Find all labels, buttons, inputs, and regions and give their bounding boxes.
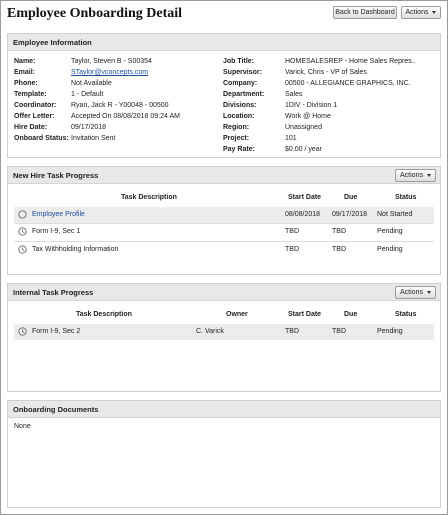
column-header-status: Status (395, 194, 417, 201)
coordinator-value: Ryan, Jack R - Y00048 - 00500 (71, 102, 169, 109)
internal-task-panel: Internal Task Progress Actions Task Desc… (7, 283, 441, 392)
page-actions-label: Actions (405, 9, 429, 16)
back-to-dashboard-button[interactable]: Back to Dashboard (333, 6, 397, 19)
coordinator-label: Coordinator: (14, 102, 57, 109)
task-start-date: TBD (285, 246, 299, 253)
project-label: Project: (223, 135, 250, 142)
column-header-due: Due (344, 311, 358, 318)
supervisor-label: Supervisor: (223, 69, 262, 76)
pay-rate-label: Pay Rate: (223, 146, 255, 153)
email-label: Email: (14, 69, 36, 76)
page-title: Employee Onboarding Detail (7, 6, 183, 21)
task-due: TBD (332, 246, 346, 253)
onboarding-documents-header: Onboarding Documents (8, 401, 440, 418)
offer-letter-value: Accepted On 08/08/2018 09:24 AM (71, 113, 180, 120)
new-hire-actions-label: Actions (400, 172, 423, 179)
column-header-start-date: Start Date (288, 194, 322, 201)
pay-rate-value: $0.00 / year (285, 146, 322, 153)
internal-actions-label: Actions (400, 289, 423, 296)
internal-actions-button[interactable]: Actions (395, 286, 436, 299)
table-row: Tax Withholding Information TBD TBD Pend… (14, 242, 434, 258)
task-status: Pending (377, 228, 403, 235)
column-header-status: Status (395, 311, 417, 318)
task-description: Form I-9, Sec 2 (32, 328, 81, 335)
internal-task-header: Internal Task Progress Actions (8, 284, 440, 301)
offer-letter-label: Offer Letter: (14, 113, 55, 120)
task-description: Form I-9, Sec 1 (32, 228, 81, 235)
name-label: Name: (14, 58, 36, 65)
onboard-status-label: Onboard Status: (14, 135, 69, 142)
employee-information-header: Employee Information (8, 34, 440, 51)
task-due: TBD (332, 328, 346, 335)
template-label: Template: (14, 91, 47, 98)
column-header-task-description: Task Description (76, 311, 132, 318)
department-value: Sales (285, 91, 303, 98)
onboarding-documents-panel: Onboarding Documents None (7, 400, 441, 508)
location-label: Location: (223, 113, 255, 120)
task-status: Not Started (377, 211, 413, 218)
clock-icon (18, 327, 27, 336)
documents-empty-text: None (14, 423, 31, 430)
email-link[interactable]: STaylor@vconcepts.com (71, 69, 148, 76)
project-value: 101 (285, 135, 297, 142)
chevron-down-icon (432, 11, 437, 14)
table-row: Form I-9, Sec 2 C. Varick TBD TBD Pendin… (14, 324, 434, 340)
task-start-date: TBD (285, 328, 299, 335)
new-hire-actions-button[interactable]: Actions (395, 169, 436, 182)
task-due: TBD (332, 228, 346, 235)
divisions-value: 1DIV - Division 1 (285, 102, 338, 109)
task-due: 09/17/2018 (332, 211, 368, 218)
column-header-task-description: Task Description (121, 194, 177, 201)
divisions-label: Divisions: (223, 102, 257, 109)
onboard-status-value: Invitation Sent (71, 135, 116, 142)
employee-information-panel: Employee Information Name: Taylor, Steve… (7, 33, 441, 158)
onboarding-documents-title: Onboarding Documents (13, 405, 99, 414)
column-header-due: Due (344, 194, 358, 201)
employee-information-title: Employee Information (13, 38, 92, 47)
template-value: 1 - Default (71, 91, 104, 98)
circle-icon (18, 210, 27, 219)
table-row: Form I-9, Sec 1 TBD TBD Pending (14, 224, 434, 240)
chevron-down-icon (426, 291, 431, 294)
new-hire-task-title: New Hire Task Progress (13, 171, 99, 180)
chevron-down-icon (426, 174, 431, 177)
hire-date-label: Hire Date: (14, 124, 48, 131)
task-owner: C. Varick (196, 328, 224, 335)
clock-icon (18, 245, 27, 254)
task-start-date: TBD (285, 228, 299, 235)
new-hire-task-header: New Hire Task Progress Actions (8, 167, 440, 184)
supervisor-value: Varick, Chris - VP of Sales (285, 69, 367, 76)
task-description: Tax Withholding Information (32, 246, 119, 253)
company-label: Company: (223, 80, 258, 87)
column-header-start-date: Start Date (288, 311, 322, 318)
name-value: Taylor, Steven B - S00354 (71, 58, 152, 65)
region-value: Unassigned (285, 124, 322, 131)
phone-label: Phone: (14, 80, 38, 87)
clock-icon (18, 227, 27, 236)
task-description[interactable]: Employee Profile (32, 211, 85, 218)
new-hire-task-panel: New Hire Task Progress Actions Task Desc… (7, 166, 441, 275)
task-start-date: 08/08/2018 (285, 211, 321, 218)
department-label: Department: (223, 91, 265, 98)
phone-value: Not Available (71, 80, 112, 87)
page-actions-button[interactable]: Actions (401, 6, 441, 19)
column-header-owner: Owner (226, 311, 248, 318)
job-title-label: Job Title: (223, 58, 254, 65)
task-status: Pending (377, 328, 403, 335)
company-value: 00500 - ALLEGIANCE GRAPHICS, INC. (285, 80, 411, 87)
task-status: Pending (377, 246, 403, 253)
internal-task-title: Internal Task Progress (13, 288, 94, 297)
region-label: Region: (223, 124, 250, 131)
hire-date-value: 09/17/2018 (71, 124, 107, 131)
location-value: Work @ Home (285, 113, 331, 120)
job-title-value: HOMESALESREP - Home Sales Repres.. (285, 58, 416, 65)
table-row[interactable]: Employee Profile 08/08/2018 09/17/2018 N… (14, 207, 434, 223)
